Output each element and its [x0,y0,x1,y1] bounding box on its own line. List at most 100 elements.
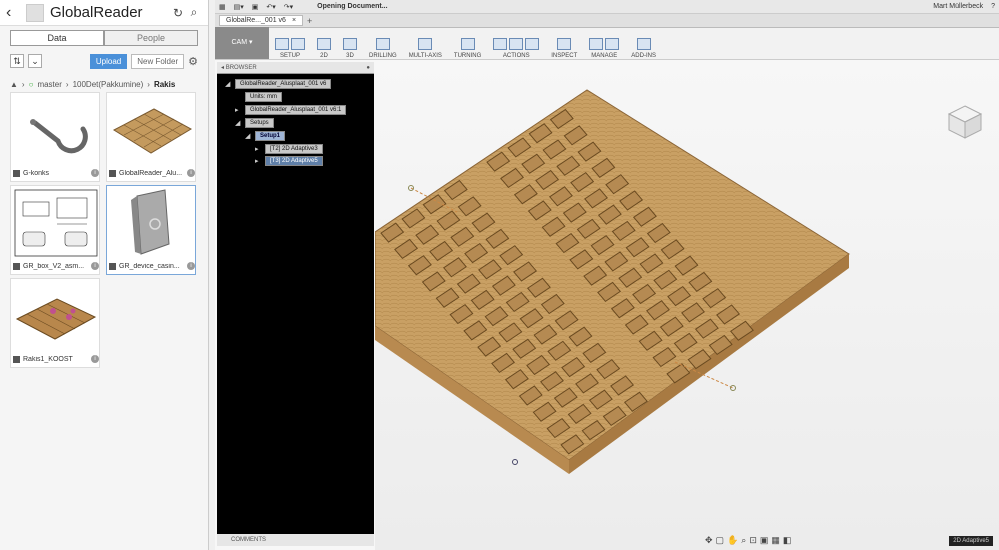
doc-tab[interactable]: GlobalRe..._001 v6 × [219,15,304,26]
simulate-icon [493,38,508,50]
sort-icon[interactable]: ⇅ [10,54,24,68]
chevron-down-icon[interactable]: ⌄ [28,54,42,68]
chevron-right-icon: › [21,79,25,89]
ribbon-add-ins[interactable]: ADD-INS [625,27,662,59]
ribbon-inspect[interactable]: INSPECT [545,27,583,59]
browser-header: ◂ BROWSER ● [217,62,374,74]
new-tab-icon[interactable]: + [307,16,312,26]
tree-operation[interactable]: ▸ [T2] 2D Adaptive3 [255,143,323,154]
file-label: GlobalReader_Alu... i [109,169,195,177]
home-icon[interactable]: ▲ [10,80,18,89]
redo-icon[interactable]: ↷▾ [284,3,293,11]
ribbon-2d[interactable]: 2D [311,27,337,59]
ribbon-label: ADD-INS [631,53,656,59]
ribbon-multi-axis[interactable]: MULTI-AXIS [403,27,448,59]
panel-toolbar: ⇅ ⌄ Upload New Folder ⚙ [10,50,198,72]
new-folder-button[interactable]: New Folder [131,53,185,69]
file-type-icon [13,355,20,363]
display-settings-icon[interactable]: ▣ [760,535,769,546]
hook-thumbnail [30,119,88,154]
breadcrumb-folder[interactable]: 100Det(Pakkumine) [73,80,144,89]
post-icon [509,38,524,50]
user-menu[interactable]: Mart Müllerbeck [933,3,983,10]
expand-icon[interactable]: ◢ [235,119,245,127]
tab-data[interactable]: Data [10,30,104,46]
file-card[interactable]: Rakis1_KOOST i [10,278,100,368]
info-icon[interactable]: i [91,262,99,270]
file-card[interactable]: GR_device_casin... i [106,185,196,275]
tree-label: Setup1 [255,130,286,141]
search-icon[interactable]: ⌕ [186,5,202,20]
undo-icon[interactable]: ↶▾ [266,3,275,11]
info-icon[interactable]: i [187,169,195,177]
ribbon-label: DRILLING [369,53,397,59]
upload-button[interactable]: Upload [89,53,128,69]
save-icon[interactable]: ▣ [252,3,259,11]
turning-icon [460,38,475,50]
3d-viewport[interactable]: ✥ ▢ ✋ ⌕ ⊡ ▣ ▦ ◧ 2D Adaptive5 [375,62,999,550]
tree-operation[interactable]: ▸ [T3] 2D Adaptive5 [255,155,323,166]
ribbon-setup[interactable]: SETUP [269,27,311,59]
file-name: GR_box_V2_asm... [23,262,85,270]
view-cube[interactable] [945,102,985,142]
ribbon-manage[interactable]: MANAGE [583,27,625,59]
ribbon-label: MULTI-AXIS [408,53,442,59]
orbit-icon[interactable]: ✥ [705,535,713,546]
ribbon-3d[interactable]: 3D [337,27,363,59]
expand-icon[interactable]: ◢ [225,80,235,88]
operation-badge: 2D Adaptive5 [949,536,993,546]
info-icon[interactable]: i [91,355,99,363]
look-at-icon[interactable]: ▢ [716,535,725,546]
project-title: GlobalReader [50,4,143,21]
ribbon-drilling[interactable]: DRILLING [363,27,403,59]
file-icon[interactable]: ▤▾ [234,3,244,11]
file-type-icon [109,262,116,270]
fit-icon[interactable]: ⊡ [749,535,757,546]
casing-thumbnail [131,189,170,255]
tree-component[interactable]: ▸ GlobalReader_Alusplaat_001 v6:1 [235,104,347,115]
close-icon[interactable]: × [292,17,296,24]
pin-icon[interactable]: ● [366,65,370,71]
back-icon[interactable]: ‹ [6,4,20,22]
info-icon[interactable]: i [187,262,195,270]
gear-icon[interactable]: ⚙ [188,55,198,68]
project-icon [26,3,44,22]
collapse-icon[interactable]: ◂ [221,64,224,71]
refresh-icon[interactable]: ↻ [170,6,186,20]
tree-root[interactable]: ◢ GlobalReader_Alusplaat_001 v6 [225,78,332,89]
breadcrumb-current: Rakis [153,79,176,89]
workspace-switcher[interactable]: CAM ▾ [215,27,269,59]
expand-icon[interactable]: ▸ [255,157,265,165]
grid-icon[interactable]: ▦ [771,535,780,546]
file-card[interactable]: GR_box_V2_asm... i [10,185,100,275]
file-card[interactable]: GlobalReader_Alu... i [106,92,196,182]
ribbon-actions[interactable]: ACTIONS [487,27,545,59]
grid-menu-icon[interactable]: ▦ [219,3,226,11]
measure-icon [557,38,572,50]
expand-icon[interactable]: ◢ [245,132,255,140]
expand-icon[interactable]: ▸ [255,145,265,153]
tree-units[interactable]: Units: mm [235,91,282,102]
info-icon[interactable]: i [91,169,99,177]
breadcrumb-branch[interactable]: master [37,80,61,89]
help-icon[interactable]: ? [991,3,995,10]
tab-people[interactable]: People [104,30,198,46]
ribbon-label: INSPECT [551,53,578,59]
viewports-icon[interactable]: ◧ [783,535,792,546]
template-icon [605,38,620,50]
browser-title: BROWSER [225,64,257,71]
expand-icon[interactable]: ▸ [235,106,245,114]
pan-icon[interactable]: ✋ [727,535,738,546]
ribbon-label: ACTIONS [502,53,530,59]
ribbon-turning[interactable]: TURNING [448,27,487,59]
zoom-icon[interactable]: ⌕ [741,535,746,546]
file-card[interactable]: G-konks i [10,92,100,182]
tree-setup[interactable]: ◢ Setup1 [245,130,286,141]
tree-setups[interactable]: ◢ Setups [235,117,274,128]
ribbon-label: SETUP [279,53,300,59]
status-text: Opening Document... [317,3,388,10]
file-label: GR_box_V2_asm... i [13,262,99,270]
comments-bar[interactable]: COMMENTS [217,534,374,546]
folder-icon [275,38,289,50]
2d-icon [317,38,331,50]
